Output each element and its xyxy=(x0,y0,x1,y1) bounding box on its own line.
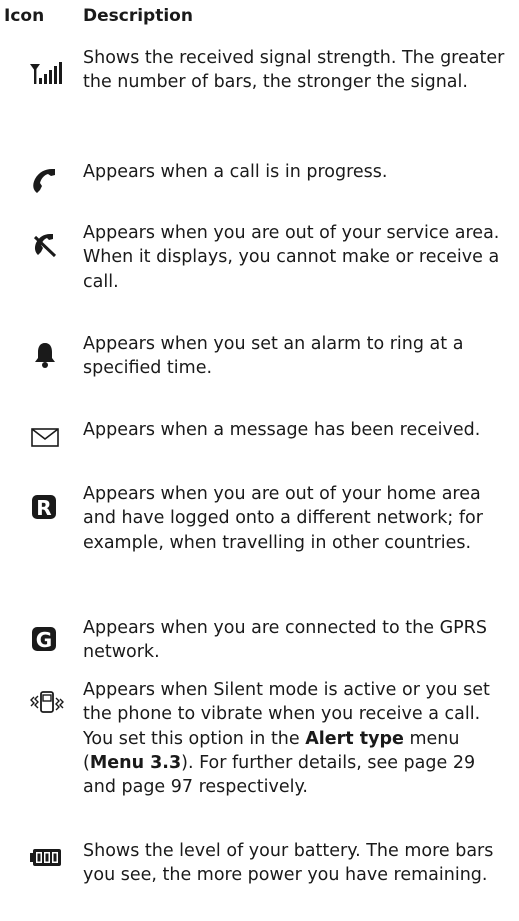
header-icon-column: Icon xyxy=(4,6,45,26)
gprs-glyph: G xyxy=(36,628,52,652)
no-service-icon xyxy=(30,229,64,263)
alert-type-term: Alert type xyxy=(305,728,404,749)
gprs-icon: G xyxy=(30,624,64,658)
row-description: Appears when a message has been received… xyxy=(83,420,481,440)
menu-ref: Menu 3.3 xyxy=(89,752,182,773)
row-description: Shows the received signal strength. The … xyxy=(83,48,505,93)
message-envelope-icon xyxy=(30,424,64,458)
row-description: Appears when a call is in progress. xyxy=(83,162,388,182)
roaming-glyph: R xyxy=(36,496,51,520)
header-description-column: Description xyxy=(83,6,193,26)
row-description: Appears when you are connected to the GP… xyxy=(83,618,487,663)
row-description: Appears when you set an alarm to ring at… xyxy=(83,334,464,379)
icon-description-table: Icon Description Shows the received sign… xyxy=(0,0,519,921)
signal-strength-icon xyxy=(30,60,64,94)
alarm-bell-icon xyxy=(30,340,64,374)
silent-vibrate-icon xyxy=(30,688,64,722)
row-description: Shows the level of your battery. The mor… xyxy=(83,841,494,886)
row-description: Appears when you are out of your home ar… xyxy=(83,484,483,553)
row-description: Appears when Silent mode is active or yo… xyxy=(83,678,513,799)
table-header: Icon Description xyxy=(4,6,515,34)
row-description: Appears when you are out of your service… xyxy=(83,223,500,292)
call-in-progress-icon xyxy=(30,166,64,200)
roaming-icon: R xyxy=(30,492,64,526)
battery-level-icon xyxy=(30,845,64,879)
